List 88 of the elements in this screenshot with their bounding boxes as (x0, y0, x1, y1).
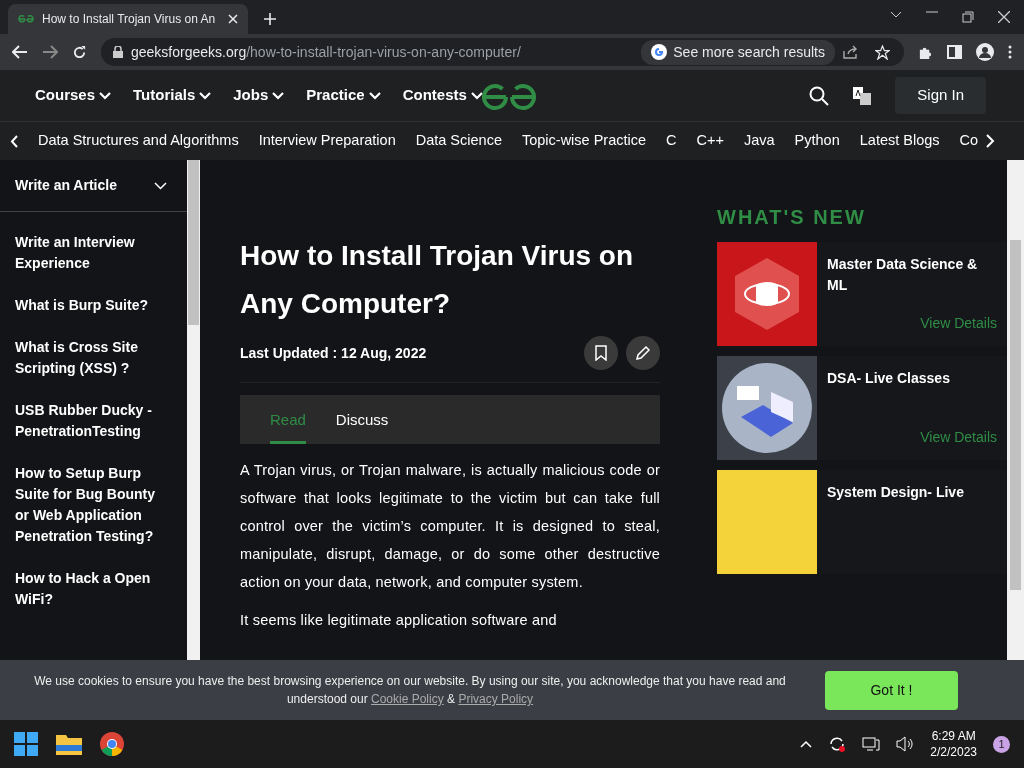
bookmark-button[interactable] (584, 336, 618, 370)
sidebar-link[interactable]: USB Rubber Ducky - PenetrationTesting (0, 386, 187, 449)
sidebar-link[interactable]: How to Hack a Open WiFi? (0, 554, 187, 617)
view-details-link[interactable]: View Details (920, 313, 997, 334)
chevron-down-icon (99, 91, 112, 100)
forward-icon[interactable] (42, 45, 58, 59)
sidebar-header[interactable]: Write an Article (15, 175, 117, 196)
paragraph: It seems like legitimate application software and (240, 611, 558, 630)
close-icon[interactable] (228, 14, 238, 24)
nav-menu-item[interactable]: Practice (306, 84, 381, 107)
topic-link[interactable]: Interview Preparation (258, 130, 396, 152)
nav-menu-item[interactable]: Tutorials (133, 84, 212, 107)
cookie-notice-text: We use cookies to ensure you have the best browsing experience on our website. By using our site, you acknowledge that you have read and understood our Cookie Policy & Privacy Policy (33, 673, 787, 708)
network-icon[interactable] (862, 736, 881, 752)
g-logo-icon (651, 44, 668, 60)
chevron-down-icon[interactable] (890, 11, 902, 19)
nav-menu-item[interactable]: Jobs (233, 84, 285, 107)
chevron-left-icon[interactable] (10, 134, 18, 148)
sidebar-link[interactable]: Write an Interview Experience (0, 218, 187, 281)
close-icon[interactable] (998, 11, 1010, 23)
chevron-down-icon (470, 91, 483, 100)
nav-menu-item[interactable]: Courses (35, 84, 112, 107)
chevron-right-icon[interactable] (985, 134, 995, 148)
windows-logo-icon[interactable] (14, 732, 38, 756)
chevron-down-icon (368, 91, 381, 100)
search-icon[interactable] (809, 85, 830, 106)
sign-in-button[interactable]: Sign In (895, 77, 986, 114)
site-logo-icon (18, 14, 34, 24)
topic-link[interactable]: Topic-wise Practice (521, 130, 647, 152)
folder-icon[interactable] (56, 733, 82, 755)
profile-icon[interactable] (976, 43, 994, 61)
topic-link[interactable]: C++ (696, 130, 724, 152)
menu-icon[interactable] (1008, 45, 1012, 59)
side-panel-icon[interactable] (947, 45, 962, 59)
pencil-icon (635, 345, 651, 361)
url-text: geeksforgeeks.org/how-to-install-trojan-virus-on-any-computer/ (131, 42, 521, 62)
course-thumbnail[interactable] (717, 356, 817, 460)
bookmark-icon (595, 345, 607, 361)
article-title: How to Install Trojan Virus on Any Computer? (240, 239, 635, 321)
topic-link[interactable]: Java (743, 130, 775, 152)
address-bar[interactable]: geeksforgeeks.org/how-to-install-trojan-virus-on-any-computer/ See more search results (101, 38, 904, 66)
course-title[interactable]: DSA- Live Classes (827, 368, 997, 389)
cookie-policy-link[interactable]: Cookie Policy (371, 692, 444, 706)
course-thumbnail[interactable] (717, 470, 817, 574)
topic-link[interactable]: Co (959, 130, 979, 152)
course-title[interactable]: System Design- Live (827, 482, 997, 503)
clock-date[interactable]: 2/2/2023 (930, 744, 977, 760)
tab[interactable]: Discuss (335, 408, 389, 444)
sidebar-link[interactable]: How to Setup Burp Suite for Bug Bounty or Web Application Penetration Testing? (0, 449, 187, 554)
new-tab-icon[interactable] (264, 13, 276, 25)
chevron-down-icon (199, 91, 212, 100)
translate-icon[interactable] (853, 86, 872, 105)
tab-title: How to Install Trojan Virus on An (42, 11, 216, 28)
topic-link[interactable]: Data Structures and Algorithms (38, 130, 239, 152)
sync-icon[interactable] (828, 735, 847, 753)
chrome-icon[interactable] (100, 732, 124, 756)
paragraph: A Trojan virus, or Trojan malware, is actually malicious code or software that looks legitimate to the victim but can take full control over the victim’s computer. It is designed to steal, manipulate, disrupt, damage, or do some other destructive action on your data, network, and computer system. (240, 461, 660, 592)
restore-icon[interactable] (962, 11, 974, 23)
course-thumbnail[interactable] (717, 242, 817, 346)
share-icon[interactable] (843, 45, 859, 59)
nav-menu-item[interactable]: Contests (402, 84, 483, 107)
speaker-icon[interactable] (896, 736, 915, 752)
chevron-up-icon[interactable] (800, 740, 813, 748)
last-updated-text: Last Updated : 12 Aug, 2022 (240, 343, 427, 363)
sidebar-link[interactable]: What is Burp Suite? (0, 281, 163, 323)
scrollbar-thumb[interactable] (188, 160, 199, 325)
lock-icon (113, 46, 123, 58)
chevron-down-icon (272, 91, 285, 100)
reload-icon[interactable] (72, 44, 87, 60)
back-icon[interactable] (12, 45, 28, 59)
edit-button[interactable] (626, 336, 660, 370)
sidebar-link[interactable]: What is Cross Site Scripting (XSS) ? (0, 323, 187, 386)
view-details-link[interactable]: View Details (920, 427, 997, 448)
star-icon[interactable] (875, 44, 890, 60)
topic-link[interactable]: C (666, 130, 677, 152)
accept-button[interactable]: Got It ! (825, 670, 958, 710)
notification-count[interactable]: 1 (993, 735, 1010, 753)
site-logo-icon[interactable] (480, 83, 538, 111)
topic-link[interactable]: Latest Blogs (859, 130, 940, 152)
search-chip[interactable]: See more search results (641, 39, 835, 65)
scrollbar-thumb[interactable] (1010, 240, 1021, 590)
topic-link[interactable]: Python (794, 130, 840, 152)
course-title[interactable]: Master Data Science & ML (827, 254, 997, 296)
browser-tab[interactable]: How to Install Trojan Virus on An (8, 4, 248, 34)
topic-link[interactable]: Data Science (415, 130, 502, 152)
section-heading: WHAT'S NEW (717, 205, 867, 230)
clock-time[interactable]: 6:29 AM (930, 728, 977, 744)
privacy-policy-link[interactable]: Privacy Policy (458, 692, 534, 706)
